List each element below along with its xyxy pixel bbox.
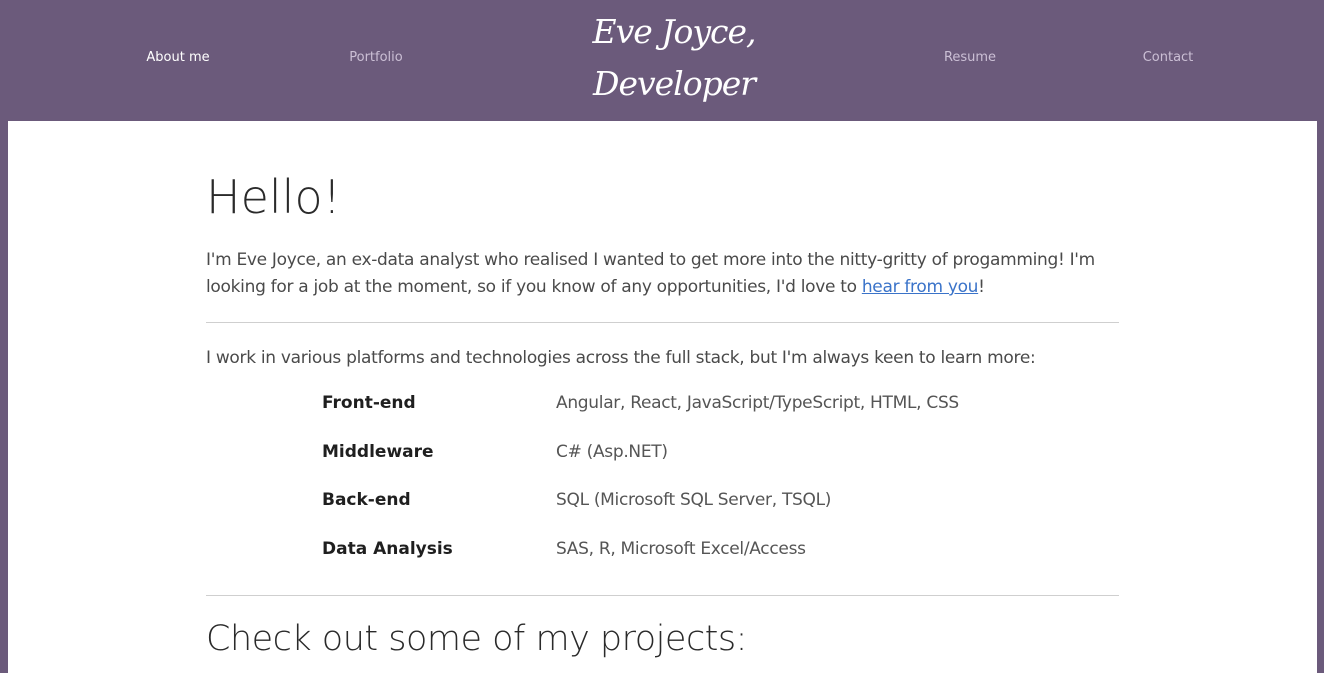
- brand-line-1: Eve Joyce,: [592, 12, 757, 51]
- nav-about-link[interactable]: About me: [108, 50, 248, 65]
- intro-end: !: [978, 277, 985, 297]
- skill-tech: Angular, React, JavaScript/TypeScript, H…: [556, 393, 959, 413]
- nav-portfolio-link[interactable]: Portfolio: [306, 50, 446, 65]
- skill-row: Back-end SQL (Microsoft SQL Server, TSQL…: [322, 488, 1022, 537]
- skill-name: Data Analysis: [322, 538, 453, 559]
- divider: [206, 595, 1119, 596]
- brand-line-2: Developer: [592, 64, 756, 103]
- skill-name: Back-end: [322, 490, 411, 510]
- skill-tech: C# (Asp.NET): [556, 441, 668, 462]
- skill-row: Data Analysis SAS, R, Microsoft Excel/Ac…: [322, 537, 1022, 586]
- skills-table: Front-end Angular, React, JavaScript/Typ…: [322, 391, 1022, 585]
- projects-heading: Check out some of my projects:: [206, 619, 747, 659]
- intro-paragraph: I'm Eve Joyce, an ex-data analyst who re…: [206, 247, 1119, 301]
- skill-tech: SAS, R, Microsoft Excel/Access: [556, 538, 806, 559]
- site-brand: Eve Joyce, Developer: [524, 6, 824, 110]
- hear-from-you-link[interactable]: hear from you: [862, 277, 979, 297]
- skill-row: Front-end Angular, React, JavaScript/Typ…: [322, 391, 1022, 440]
- skill-name: Middleware: [322, 441, 434, 462]
- page-title: Hello!: [206, 170, 342, 224]
- skill-name: Front-end: [322, 393, 416, 413]
- skill-tech: SQL (Microsoft SQL Server, TSQL): [556, 490, 832, 510]
- site-header: About me Portfolio Eve Joyce, Developer …: [0, 0, 1324, 121]
- main-content: Hello! I'm Eve Joyce, an ex-data analyst…: [8, 121, 1317, 673]
- nav-contact-link[interactable]: Contact: [1098, 50, 1238, 65]
- nav-resume-link[interactable]: Resume: [900, 50, 1040, 65]
- skill-row: Middleware C# (Asp.NET): [322, 440, 1022, 489]
- divider: [206, 322, 1119, 323]
- platforms-paragraph: I work in various platforms and technolo…: [206, 348, 1036, 368]
